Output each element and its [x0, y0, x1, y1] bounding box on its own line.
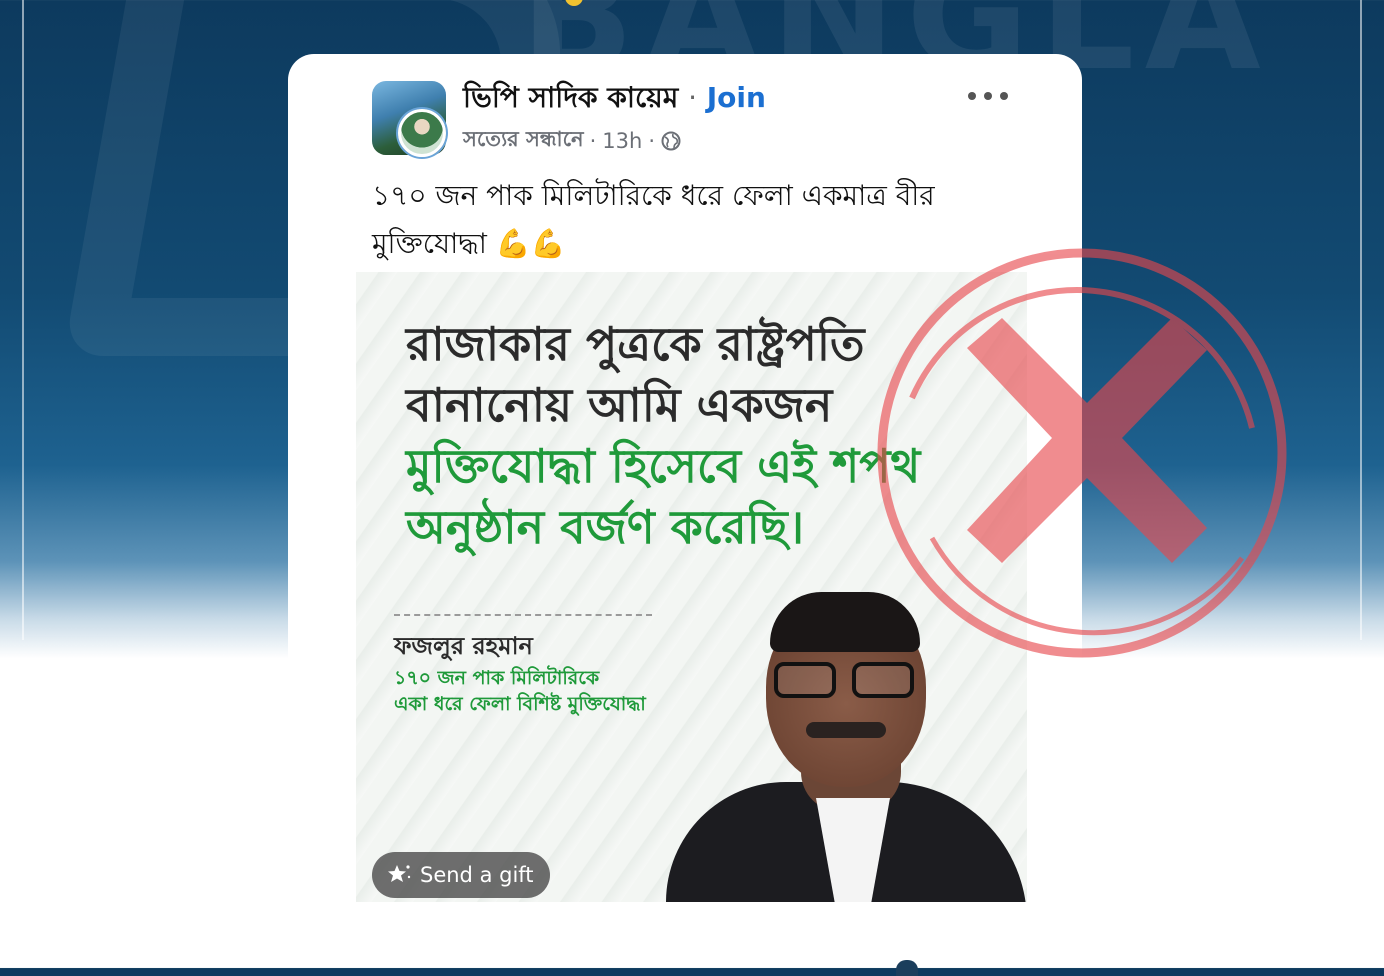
- frame-line-left: [22, 0, 24, 640]
- image-person-name: ফজলুর রহমান: [394, 632, 533, 660]
- post-card: ভিপি সাদিক কায়েম · Join সত্যের সন্ধানে …: [288, 54, 1082, 934]
- meta-separator: ·: [589, 128, 597, 153]
- image-divider: [394, 614, 652, 616]
- globe-icon: [661, 131, 681, 150]
- post-timestamp[interactable]: 13h: [602, 129, 642, 153]
- author-avatar[interactable]: [398, 109, 446, 157]
- post-text: ১৭০ জন পাক মিলিটারিকে ধরে ফেলা একমাত্র ব…: [372, 172, 1012, 268]
- meta-separator: ·: [648, 128, 655, 153]
- header-separator: ·: [688, 81, 697, 114]
- image-person-desc: একা ধরে ফেলা বিশিষ্ট মুক্তিযোদ্ধা: [394, 693, 646, 715]
- bottom-logo-mark: [896, 960, 918, 976]
- image-headline-line: অনুষ্ঠান বর্জণ করেছি।: [406, 500, 805, 554]
- send-gift-label: Send a gift: [420, 863, 534, 887]
- person-portrait: [666, 592, 1027, 902]
- portrait-hair: [770, 592, 920, 652]
- flexed-biceps-icon: 💪💪: [495, 227, 566, 260]
- more-options-icon[interactable]: [968, 86, 1008, 106]
- group-name-link[interactable]: ভিপি সাদিক কায়েম: [463, 81, 678, 114]
- gift-sparkle-icon: [388, 865, 411, 882]
- portrait-glasses: [774, 662, 920, 702]
- send-gift-button[interactable]: Send a gift: [372, 852, 550, 898]
- post-header-title: ভিপি সাদিক কায়েম · Join: [463, 76, 766, 123]
- group-avatar[interactable]: [372, 81, 450, 159]
- post-meta: সত্যের সন্ধানে · 13h ·: [463, 123, 681, 158]
- post-text-line: মুক্তিযোদ্ধা: [372, 227, 487, 260]
- portrait-mustache: [806, 722, 886, 738]
- join-button[interactable]: Join: [707, 81, 766, 114]
- author-name-link[interactable]: সত্যের সন্ধানে: [463, 123, 584, 158]
- post-text-line: ১৭০ জন পাক মিলিটারিকে ধরে ফেলা একমাত্র ব…: [372, 179, 935, 212]
- post-image[interactable]: রাজাকার পুত্রকে রাষ্ট্রপতি বানানোয় আমি …: [356, 272, 1027, 902]
- frame-line-right: [1360, 0, 1362, 640]
